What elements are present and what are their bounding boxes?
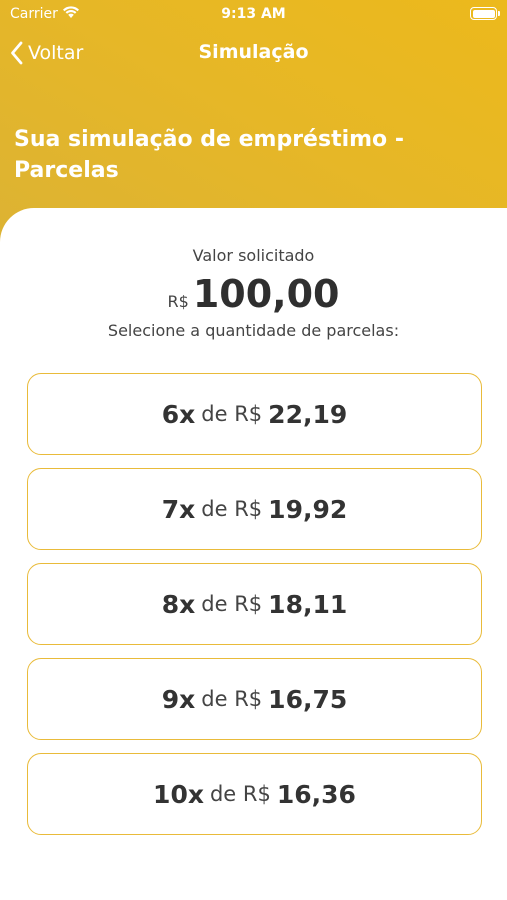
page-heading: Sua simulação de empréstimo - Parcelas <box>14 127 404 183</box>
amount-caption: Valor solicitado <box>192 246 315 265</box>
installment-separator: de R$ <box>201 592 263 616</box>
installment-option-6x[interactable]: 6x de R$ 22,19 <box>27 373 482 455</box>
nav-title: Simulação <box>198 41 309 63</box>
installment-separator: de R$ <box>201 687 263 711</box>
installment-price: 16,36 <box>276 779 356 809</box>
installment-price: 19,92 <box>268 494 348 524</box>
select-prompt: Selecione a quantidade de parcelas: <box>107 321 400 340</box>
installment-count: 7x <box>161 494 196 524</box>
installment-count: 9x <box>161 684 196 714</box>
installment-count: 8x <box>161 589 196 619</box>
installment-price: 22,19 <box>268 399 348 429</box>
installment-option-10x[interactable]: 10x de R$ 16,36 <box>27 753 482 835</box>
installment-price: 16,75 <box>268 684 348 714</box>
simulation-screen: Carrier 9:13 AM Voltar Simulação Sua sim… <box>0 0 507 900</box>
navigation-bar: Voltar Simulação <box>0 34 507 74</box>
installment-count: 6x <box>161 399 196 429</box>
installment-option-7x[interactable]: 7x de R$ 19,92 <box>27 468 482 550</box>
installment-option-8x[interactable]: 8x de R$ 18,11 <box>27 563 482 645</box>
installment-count: 10x <box>153 779 204 809</box>
installment-options: 6x de R$ 22,19 7x de R$ 19,92 8x de R$ 1… <box>27 373 482 848</box>
installment-price: 18,11 <box>268 589 348 619</box>
status-time: 9:13 AM <box>221 6 286 22</box>
status-bar: Carrier 9:13 AM <box>0 0 507 30</box>
installment-separator: de R$ <box>201 402 263 426</box>
installment-separator: de R$ <box>209 782 271 806</box>
installment-separator: de R$ <box>201 497 263 521</box>
installment-option-9x[interactable]: 9x de R$ 16,75 <box>27 658 482 740</box>
amount-value: 100,00 <box>192 272 340 316</box>
amount-currency: R$ <box>167 292 189 311</box>
battery-icon <box>470 7 500 20</box>
requested-amount: R$ 100,00 <box>0 272 507 316</box>
